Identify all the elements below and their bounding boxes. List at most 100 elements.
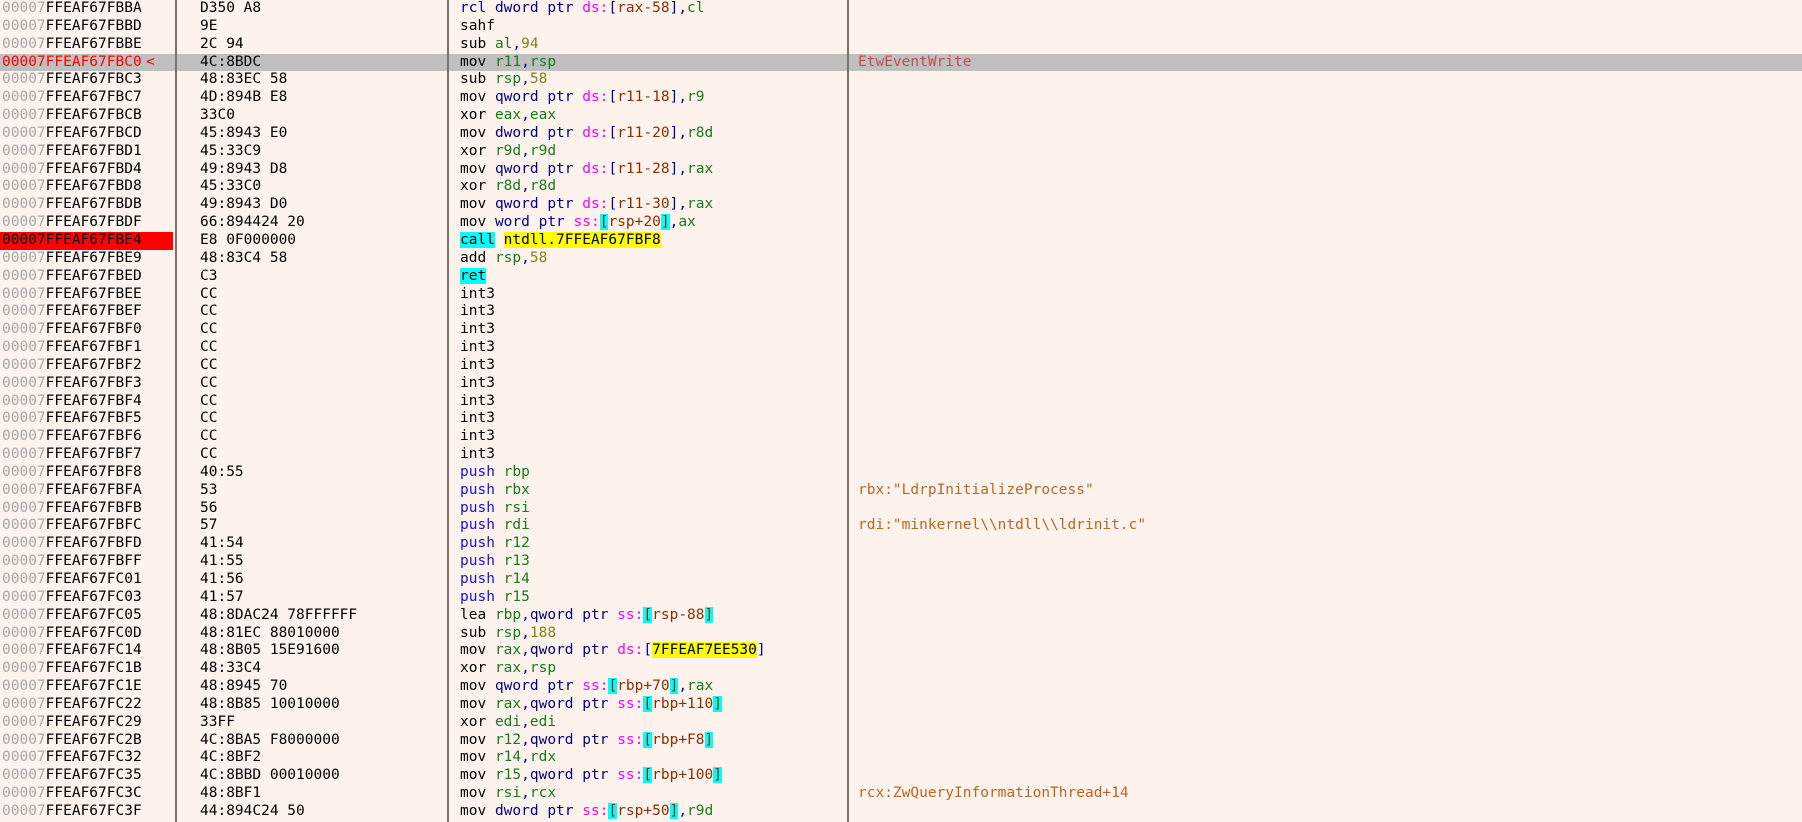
disassembly-row[interactable]: 00007FFEAF67FBCB 33C0 xor eax,eax: [0, 107, 1802, 125]
instruction[interactable]: int3: [460, 339, 495, 357]
opcode-bytes[interactable]: 45:33C0: [200, 178, 261, 196]
disassembly-row[interactable]: 00007FFEAF67FBDB 49:8943 D0 mov qword ptr …: [0, 196, 1802, 214]
address-cell[interactable]: 00007FFEAF67FBF1: [0, 339, 173, 357]
address-cell[interactable]: 00007FFEAF67FBD4: [0, 161, 173, 179]
disassembly-row[interactable]: 00007FFEAF67FC1E 48:8945 70 mov qword ptr …: [0, 678, 1802, 696]
instruction[interactable]: add rsp,58: [460, 250, 547, 268]
instruction[interactable]: int3: [460, 303, 495, 321]
address-cell[interactable]: 00007FFEAF67FBEE: [0, 286, 173, 304]
address-cell[interactable]: 00007FFEAF67FBF2: [0, 357, 173, 375]
opcode-bytes[interactable]: 45:33C9: [200, 143, 261, 161]
opcode-bytes[interactable]: 56: [200, 500, 217, 518]
instruction[interactable]: xor rax,rsp: [460, 660, 556, 678]
address-cell[interactable]: 00007FFEAF67FBDB: [0, 196, 173, 214]
disassembly-row[interactable]: 00007FFEAF67FBF5 CC int3: [0, 410, 1802, 428]
instruction[interactable]: int3: [460, 357, 495, 375]
opcode-bytes[interactable]: 45:8943 E0: [200, 125, 287, 143]
opcode-bytes[interactable]: 4D:894B E8: [200, 89, 287, 107]
opcode-bytes[interactable]: 48:8DAC24 78FFFFFF: [200, 607, 357, 625]
disassembly-row[interactable]: 00007FFEAF67FBED C3 ret: [0, 267, 1802, 286]
disassembly-row[interactable]: 00007FFEAF67FC22 48:8B85 10010000 mov rax,…: [0, 695, 1802, 714]
address-cell[interactable]: 00007FFEAF67FBE4: [0, 231, 173, 250]
disassembly-row[interactable]: 00007FFEAF67FBC3 48:83EC 58 sub rsp,58: [0, 71, 1802, 89]
address-cell[interactable]: 00007FFEAF67FBEF: [0, 303, 173, 321]
instruction[interactable]: int3: [460, 321, 495, 339]
instruction[interactable]: sub al,94: [460, 36, 539, 54]
opcode-bytes[interactable]: 48:8B05 15E91600: [200, 642, 340, 660]
opcode-bytes[interactable]: D350 A8: [200, 0, 261, 18]
instruction[interactable]: call ntdll.7FFEAF67FBF8: [460, 231, 661, 250]
comment-text[interactable]: rcx:ZwQueryInformationThread+14: [858, 785, 1129, 803]
disassembly-row[interactable]: 00007FFEAF67FBF6 CC int3: [0, 428, 1802, 446]
instruction[interactable]: sub rsp,58: [460, 71, 547, 89]
address-cell[interactable]: 00007FFEAF67FBFD: [0, 535, 173, 553]
instruction[interactable]: push r12: [460, 535, 530, 553]
disassembly-row[interactable]: 00007FFEAF67FBC7 4D:894B E8 mov qword ptr …: [0, 89, 1802, 107]
disassembly-row[interactable]: 00007FFEAF67FBD8 45:33C0 xor r8d,r8d: [0, 178, 1802, 196]
opcode-bytes[interactable]: 48:83C4 58: [200, 250, 287, 268]
address-cell[interactable]: 00007FFEAF67FC35: [0, 767, 173, 785]
instruction[interactable]: int3: [460, 446, 495, 464]
address-cell[interactable]: 00007FFEAF67FBBD: [0, 18, 173, 36]
opcode-bytes[interactable]: CC: [200, 321, 217, 339]
disassembly-row[interactable]: 00007FFEAF67FBFD 41:54 push r12: [0, 535, 1802, 553]
instruction[interactable]: mov qword ptr ss:[rbp+70],rax: [460, 678, 713, 696]
disassembly-row[interactable]: 00007FFEAF67FBDF 66:894424 20 mov word ptr…: [0, 214, 1802, 232]
instruction[interactable]: mov r14,rdx: [460, 749, 556, 767]
instruction[interactable]: mov r11,rsp: [460, 54, 556, 72]
instruction[interactable]: lea rbp,qword ptr ss:[rsp-88]: [460, 606, 714, 625]
opcode-bytes[interactable]: 41:54: [200, 535, 244, 553]
opcode-bytes[interactable]: CC: [200, 286, 217, 304]
disassembly-row[interactable]: 00007FFEAF67FC2B 4C:8BA5 F8000000 mov r12,…: [0, 731, 1802, 750]
instruction[interactable]: sub rsp,188: [460, 625, 556, 643]
address-cell[interactable]: 00007FFEAF67FBF3: [0, 375, 173, 393]
address-cell[interactable]: 00007FFEAF67FBF4: [0, 393, 173, 411]
opcode-bytes[interactable]: CC: [200, 375, 217, 393]
disassembly-row[interactable]: 00007FFEAF67FBCD 45:8943 E0 mov dword ptr …: [0, 125, 1802, 143]
disassembly-row[interactable]: 00007FFEAF67FBC0 <4C:8BDC mov r11,rsp EtwEv…: [0, 53, 1802, 72]
disassembly-row[interactable]: 00007FFEAF67FBBE 2C 94 sub al,94: [0, 36, 1802, 54]
instruction[interactable]: mov qword ptr ds:[r11-28],rax: [460, 161, 713, 179]
disassembly-row[interactable]: 00007FFEAF67FC29 33FF xor edi,edi: [0, 714, 1802, 732]
address-cell[interactable]: 00007FFEAF67FBED: [0, 268, 173, 286]
disassembly-row[interactable]: 00007FFEAF67FC1B 48:33C4 xor rax,rsp: [0, 660, 1802, 678]
disassembly-row[interactable]: 00007FFEAF67FBBA D350 A8 rcl dword ptr ds:…: [0, 0, 1802, 18]
address-cell[interactable]: 00007FFEAF67FC0D: [0, 625, 173, 643]
instruction[interactable]: int3: [460, 286, 495, 304]
disassembly-row[interactable]: 00007FFEAF67FBE9 48:83C4 58 add rsp,58: [0, 250, 1802, 268]
opcode-bytes[interactable]: 40:55: [200, 464, 244, 482]
address-cell[interactable]: 00007FFEAF67FBF0: [0, 321, 173, 339]
address-cell[interactable]: 00007FFEAF67FBF5: [0, 410, 173, 428]
instruction[interactable]: xor r8d,r8d: [460, 178, 556, 196]
address-cell[interactable]: 00007FFEAF67FBDF: [0, 214, 173, 232]
disassembly-row[interactable]: 00007FFEAF67FBF8 40:55 push rbp: [0, 464, 1802, 482]
opcode-bytes[interactable]: 57: [200, 517, 217, 535]
address-cell[interactable]: 00007FFEAF67FC03: [0, 589, 173, 607]
address-cell[interactable]: 00007FFEAF67FC32: [0, 749, 173, 767]
disassembly-row[interactable]: 00007FFEAF67FBFB 56 push rsi: [0, 500, 1802, 518]
disassembly-row[interactable]: 00007FFEAF67FC35 4C:8BBD 00010000 mov r15,…: [0, 767, 1802, 785]
address-cell[interactable]: 00007FFEAF67FBBE: [0, 36, 173, 54]
disassembly-row[interactable]: 00007FFEAF67FC3C 48:8BF1 mov rsi,rcx rcx:Zw…: [0, 785, 1802, 803]
disassembly-row[interactable]: 00007FFEAF67FBFC 57 push rdi rdi:"minkernel…: [0, 517, 1802, 535]
opcode-bytes[interactable]: 41:55: [200, 553, 244, 571]
opcode-bytes[interactable]: 4C:8BA5 F8000000: [200, 732, 340, 750]
opcode-bytes[interactable]: 2C 94: [200, 36, 244, 54]
disassembly-row[interactable]: 00007FFEAF67FBD4 49:8943 D8 mov qword ptr …: [0, 161, 1802, 179]
address-cell[interactable]: 00007FFEAF67FBC3: [0, 71, 173, 89]
disassembly-row[interactable]: 00007FFEAF67FC03 41:57 push r15: [0, 589, 1802, 607]
address-cell[interactable]: 00007FFEAF67FC1E: [0, 678, 173, 696]
instruction[interactable]: push rdi: [460, 517, 530, 535]
opcode-bytes[interactable]: 48:33C4: [200, 660, 261, 678]
disassembly-row[interactable]: 00007FFEAF67FBF3 CC int3: [0, 375, 1802, 393]
opcode-bytes[interactable]: C3: [200, 268, 217, 286]
comment-text[interactable]: rbx:"LdrpInitializeProcess": [858, 482, 1094, 500]
opcode-bytes[interactable]: 53: [200, 482, 217, 500]
instruction[interactable]: push rsi: [460, 500, 530, 518]
instruction[interactable]: xor r9d,r9d: [460, 143, 556, 161]
instruction[interactable]: mov rsi,rcx: [460, 785, 556, 803]
address-cell[interactable]: 00007FFEAF67FBFC: [0, 517, 173, 535]
opcode-bytes[interactable]: CC: [200, 446, 217, 464]
address-cell[interactable]: 00007FFEAF67FC05: [0, 607, 173, 625]
instruction[interactable]: mov rax,qword ptr ds:[7FFEAF7EE530]: [460, 642, 766, 660]
